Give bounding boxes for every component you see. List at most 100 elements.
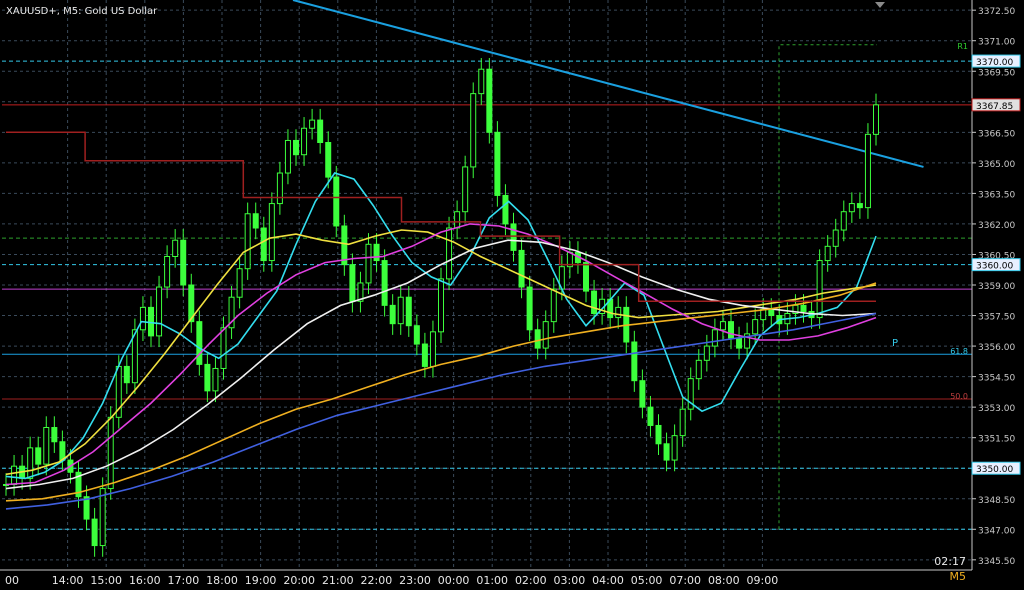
candle-body	[768, 308, 775, 317]
bar-timer: 02:17	[934, 555, 966, 568]
pivot-label: 61.8	[950, 347, 968, 356]
candle-body	[309, 119, 316, 129]
candle-body	[43, 427, 50, 465]
candle-body	[719, 321, 726, 331]
price-tick-label: 3353.00	[978, 404, 1015, 414]
candle-body	[526, 286, 533, 331]
candle-body	[27, 447, 34, 479]
pivot-label: R1	[957, 42, 968, 51]
candle-body	[429, 331, 436, 367]
candle-body	[35, 447, 42, 465]
pivot-label: P	[892, 338, 898, 349]
candle-body	[180, 239, 187, 286]
price-tick-label: 3363.50	[978, 190, 1015, 200]
time-tick-label: 00	[5, 574, 19, 587]
candle-body	[639, 380, 646, 408]
price-level-box-label: 3370.00	[976, 58, 1013, 68]
candle-body	[800, 304, 807, 312]
candle-body	[671, 435, 678, 461]
time-tick-label: 19:00	[245, 574, 277, 587]
candle-body	[284, 139, 291, 174]
time-tick-label: 09:00	[747, 574, 779, 587]
candle-body	[728, 321, 734, 339]
candle-body	[139, 306, 146, 331]
candle-body	[148, 306, 154, 337]
candle-body	[711, 329, 718, 347]
candle-body	[816, 260, 823, 319]
candle-body	[293, 139, 299, 156]
candle-body	[413, 325, 420, 345]
candle-body	[542, 321, 549, 349]
current-price-label: 3367.85	[976, 102, 1013, 112]
candle-body	[703, 345, 710, 361]
time-tick-label: 03:00	[554, 574, 586, 587]
candle-body	[204, 363, 211, 392]
timeframe-label: M5	[950, 570, 967, 583]
candle-body	[333, 176, 340, 227]
time-tick-label: 17:00	[168, 574, 200, 587]
candle-body	[397, 296, 404, 325]
candle-body	[752, 319, 759, 335]
candle-body	[494, 131, 501, 196]
candle-body	[405, 296, 412, 327]
price-tick-label: 3356.00	[978, 343, 1015, 353]
candle-body	[252, 213, 259, 229]
candle-body	[381, 260, 388, 306]
time-tick-label: 18:00	[206, 574, 238, 587]
candle-body	[244, 213, 251, 270]
candle-body	[123, 365, 130, 384]
time-tick-label: 23:00	[399, 574, 431, 587]
candle-body	[655, 424, 662, 445]
price-tick-label: 3366.50	[978, 129, 1015, 139]
candle-body	[663, 443, 670, 461]
candle-body	[502, 194, 509, 225]
time-tick-label: 02:00	[515, 574, 547, 587]
candle-body	[276, 172, 283, 205]
candle-body	[236, 268, 243, 298]
time-tick-label: 00:00	[438, 574, 470, 587]
candle-body	[164, 256, 171, 288]
time-axis[interactable]: 00 14:00 15:00 16:00 17:00 18:00 19:00 20:00 21:…	[5, 574, 778, 587]
time-tick-label: 04:00	[592, 574, 624, 587]
price-chart[interactable]: R1P61.850.0 3372.503371.003369.503368.00…	[0, 0, 1024, 590]
candle-body	[848, 203, 855, 213]
candle-body	[196, 321, 203, 365]
candle-body	[389, 304, 396, 325]
candle-body	[864, 133, 871, 209]
candle-body	[91, 518, 98, 547]
price-tick-label: 3351.50	[978, 435, 1015, 445]
candle-body	[824, 245, 831, 262]
symbol-header: XAUUSD+, M5: Gold US Dollar	[6, 6, 158, 17]
candle-body	[301, 127, 308, 156]
candle-body	[736, 337, 743, 349]
candle-body	[631, 341, 638, 382]
candle-body	[172, 239, 179, 257]
candle-body	[518, 249, 525, 288]
candle-body	[156, 286, 163, 337]
chart-background	[0, 0, 1024, 590]
price-tick-label: 3345.50	[978, 557, 1015, 567]
price-level-box-label: 3360.00	[976, 262, 1013, 272]
candle-body	[349, 264, 356, 302]
price-tick-label: 3369.50	[978, 68, 1015, 78]
candle-body	[873, 104, 879, 135]
price-level-box-label: 3350.00	[976, 465, 1013, 475]
candle-body	[454, 211, 461, 229]
time-tick-label: 08:00	[708, 574, 740, 587]
time-tick-label: 16:00	[129, 574, 161, 587]
candle-body	[534, 329, 541, 349]
candle-body	[695, 359, 702, 380]
price-tick-label: 3362.00	[978, 221, 1015, 231]
candle-body	[99, 488, 106, 547]
time-tick-label: 05:00	[631, 574, 663, 587]
candle-body	[212, 367, 219, 392]
candle-body	[325, 142, 332, 178]
candle-body	[856, 203, 863, 209]
price-tick-label: 3372.50	[978, 7, 1015, 17]
time-tick-label: 14:00	[52, 574, 84, 587]
candle-body	[832, 229, 839, 247]
candle-body	[59, 441, 66, 461]
price-tick-label: 3365.00	[978, 160, 1015, 170]
candle-body	[373, 243, 380, 262]
candle-body	[220, 327, 227, 369]
